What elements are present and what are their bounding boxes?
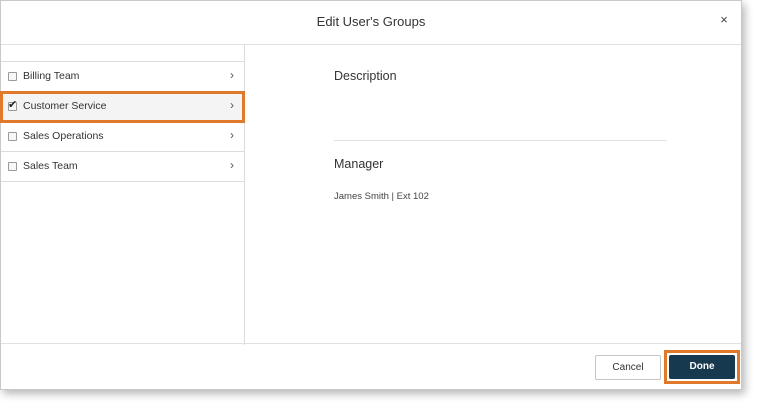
groups-list-header <box>1 45 244 62</box>
check-icon: ✔ <box>8 99 18 111</box>
group-label: Billing Team <box>23 70 80 82</box>
dialog-footer: Cancel Done <box>1 343 741 389</box>
done-button-highlight: Done <box>664 350 740 384</box>
group-item-billing-team[interactable]: Billing Team › <box>1 62 244 92</box>
group-checkbox[interactable]: ✔ <box>8 99 17 111</box>
group-label: Customer Service <box>23 100 107 112</box>
manager-value: James Smith | Ext 102 <box>334 191 429 202</box>
chevron-right-icon[interactable]: › <box>230 68 234 82</box>
group-label: Sales Team <box>23 160 78 172</box>
dialog-header: Edit User's Groups × <box>1 1 741 45</box>
chevron-right-icon[interactable]: › <box>230 98 234 112</box>
done-button[interactable]: Done <box>669 355 735 379</box>
group-checkbox[interactable] <box>8 132 17 141</box>
manager-heading: Manager <box>334 157 384 171</box>
group-item-sales-team[interactable]: Sales Team › <box>1 152 244 182</box>
group-label: Sales Operations <box>23 130 104 142</box>
group-details-panel: Description Manager James Smith | Ext 10… <box>245 45 741 345</box>
chevron-right-icon[interactable]: › <box>230 158 234 172</box>
groups-list: Billing Team › ✔ Customer Service › Sale… <box>0 45 245 345</box>
dialog-title: Edit User's Groups <box>316 14 426 29</box>
group-item-sales-operations[interactable]: Sales Operations › <box>1 122 244 152</box>
description-heading: Description <box>334 69 397 83</box>
group-checkbox[interactable] <box>8 72 17 81</box>
chevron-right-icon[interactable]: › <box>230 128 234 142</box>
details-divider <box>334 140 667 141</box>
cancel-button[interactable]: Cancel <box>595 355 661 380</box>
group-checkbox[interactable] <box>8 162 17 171</box>
edit-groups-dialog: Edit User's Groups × Billing Team › ✔ Cu… <box>0 0 742 390</box>
close-icon[interactable]: × <box>715 11 733 29</box>
group-item-customer-service[interactable]: ✔ Customer Service › <box>0 91 245 123</box>
